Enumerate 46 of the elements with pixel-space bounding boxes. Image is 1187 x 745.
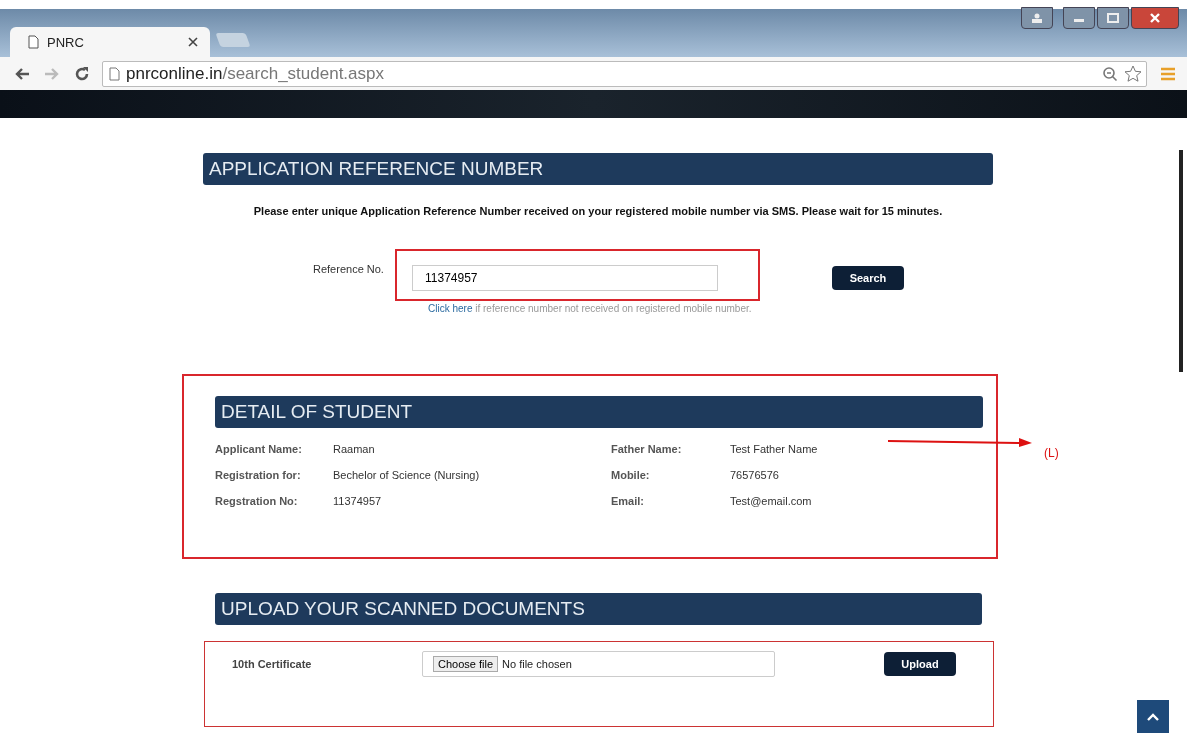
field-value: 76576576 — [730, 469, 780, 481]
person-icon — [1031, 13, 1043, 23]
page-icon — [28, 35, 39, 49]
chevron-up-icon — [1147, 712, 1159, 721]
file-status: No file chosen — [502, 658, 572, 670]
browser-tab[interactable]: PNRC — [10, 27, 210, 57]
field-label: Regstration No: — [215, 495, 299, 507]
field-value: 11374957 — [333, 495, 383, 507]
field-label: Applicant Name: — [215, 443, 303, 455]
back-icon[interactable] — [14, 66, 30, 81]
profile-button[interactable] — [1021, 7, 1053, 29]
close-icon[interactable] — [188, 37, 198, 47]
maximize-icon — [1107, 13, 1119, 23]
field-label: Email: — [611, 495, 645, 507]
field-label: Reference No. — [313, 263, 385, 275]
scroll-to-top-button[interactable] — [1137, 700, 1169, 733]
click-here-link[interactable]: Click here — [428, 303, 473, 314]
zoom-icon[interactable] — [1102, 65, 1118, 82]
close-button[interactable] — [1131, 7, 1179, 29]
instruction-text: Please enter unique Application Reference Number received on your registered mobile number via SMS. Please wait for 15 minutes. — [252, 205, 944, 217]
field-value: Test Father Name — [730, 443, 819, 455]
file-input[interactable]: Choose file No file chosen — [422, 651, 775, 677]
field-value: Raaman — [333, 443, 376, 455]
close-icon — [1149, 13, 1161, 23]
section-heading: DETAIL OF STUDENT — [215, 396, 983, 428]
field-value: Bechelor of Science (Nursing) — [333, 469, 481, 481]
help-text: Click here if reference number not received on registered mobile number. — [427, 303, 753, 314]
maximize-button[interactable] — [1097, 7, 1129, 29]
field-value: Test@email.com — [730, 495, 813, 507]
choose-file-button[interactable]: Choose file — [433, 656, 499, 672]
search-button[interactable]: Search — [832, 266, 904, 290]
field-label: Mobile: — [611, 469, 651, 481]
page-icon — [109, 66, 120, 81]
reference-field[interactable]: 11374957 — [412, 265, 718, 291]
reload-icon[interactable] — [74, 65, 90, 82]
minimize-button[interactable] — [1063, 7, 1095, 29]
section-heading: APPLICATION REFERENCE NUMBER — [203, 153, 993, 185]
annotation-label: (L) — [1044, 446, 1059, 460]
star-icon[interactable] — [1124, 64, 1142, 83]
section-heading: UPLOAD YOUR SCANNED DOCUMENTS — [215, 593, 982, 625]
address-bar[interactable]: pnrconline.in/search_student.aspx — [102, 60, 1147, 87]
field-label: Father Name: — [611, 443, 683, 455]
upload-button[interactable]: Upload — [884, 652, 956, 676]
scrollbar-thumb[interactable] — [1179, 150, 1183, 372]
document-label: 10th Certificate — [232, 658, 313, 670]
field-label: Registration for: — [215, 469, 302, 481]
